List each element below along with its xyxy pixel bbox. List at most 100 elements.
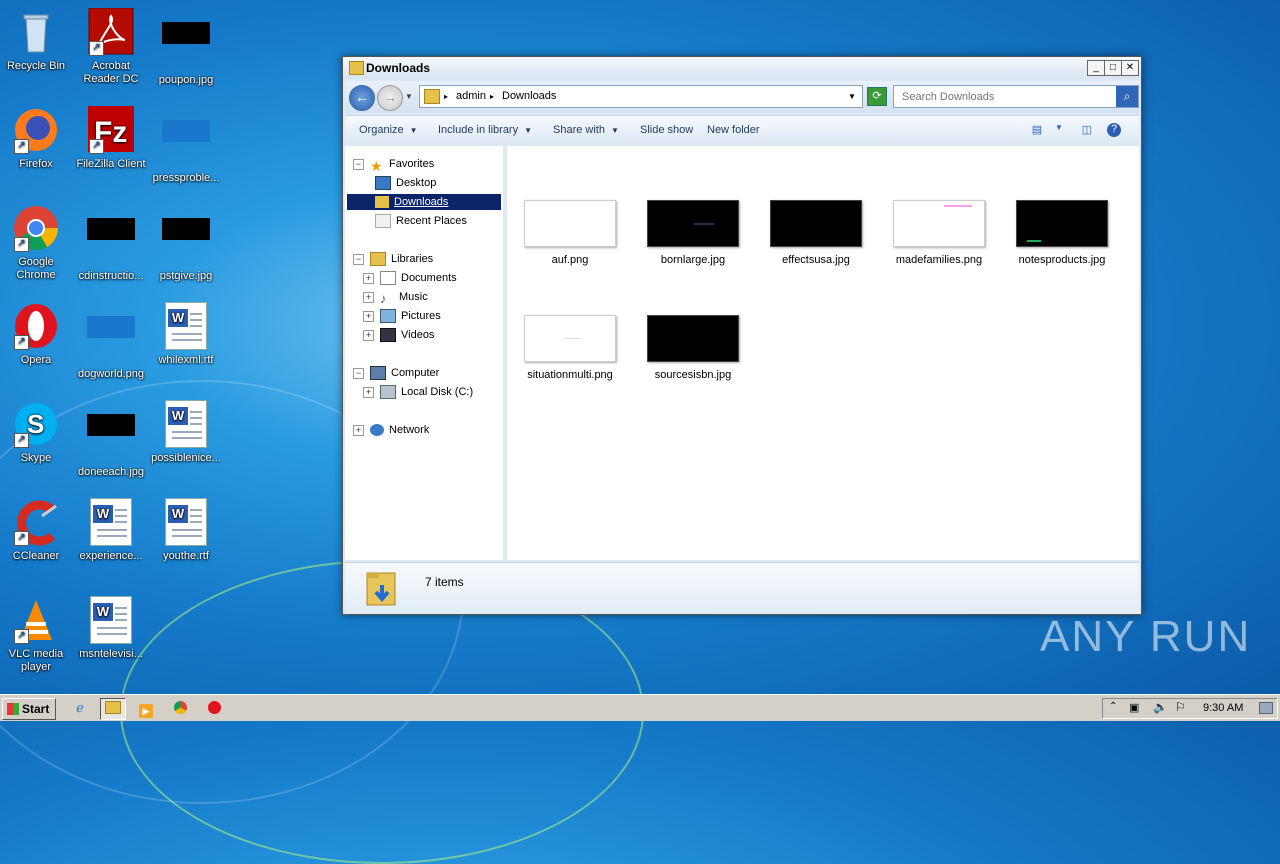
file-item[interactable]: madefamilies.png [884,200,994,266]
file-name: situationmulti.png [527,369,613,381]
crumb-separator-icon[interactable]: ▸ [444,92,448,101]
shortcut-arrow-icon: ↗ [14,531,29,546]
nav-local-disk[interactable]: + Local Disk (C:) [363,384,473,400]
help-icon[interactable]: ? [1107,123,1121,137]
expand-icon[interactable]: + [363,272,374,284]
desktop-icon-label: whilexml.rtf [158,354,214,366]
minimize-button[interactable]: _ [1087,60,1105,76]
collapse-icon[interactable]: − [353,253,364,265]
desktop-file-whilexml[interactable]: W whilexml.rtf [150,302,222,367]
desktop-icon-label: pressproble... [152,172,220,184]
recycle-bin-icon[interactable]: Recycle Bin [0,8,72,73]
desktop-icon-label: msntelevisi... [79,648,143,660]
opera-shortcut[interactable]: ↗ Opera [0,302,72,367]
refresh-button[interactable]: ⟳ [867,87,887,106]
taskbar-chrome[interactable] [168,698,192,718]
desktop-icon-label: pstgive.jpg [159,270,213,282]
include-in-library-menu[interactable]: Include in library ▼ [438,124,532,136]
clock[interactable]: 9:30 AM [1203,702,1243,714]
shortcut-arrow-icon: ↗ [89,139,104,154]
desktop-file-experience[interactable]: W experience... [75,498,147,563]
file-item[interactable]: auf.png [515,200,625,266]
expand-icon[interactable]: + [363,386,374,398]
nav-favorites[interactable]: − ★ Favorites [353,156,434,174]
vlc-shortcut[interactable]: ↗ VLC media player [0,596,72,674]
recent-pages-dropdown[interactable]: ▼ [405,92,413,101]
chrome-shortcut[interactable]: ↗ Google Chrome [0,204,72,282]
collapse-icon[interactable]: − [353,158,364,170]
organize-label: Organize [359,124,404,136]
chevron-down-icon: ▼ [610,126,619,135]
file-item[interactable]: bornlarge.jpg [638,200,748,266]
slide-show-button[interactable]: Slide show [640,124,693,136]
address-history-dropdown-icon[interactable]: ▼ [848,92,856,101]
nav-recent-places[interactable]: Recent Places [375,213,467,229]
expand-icon[interactable]: + [363,291,374,303]
collapse-icon[interactable]: − [353,367,364,379]
file-item[interactable]: notesproducts.jpg [1007,200,1117,266]
nav-documents[interactable]: + Documents [363,270,457,286]
taskbar-opera[interactable] [202,698,226,718]
desktop-file-possiblenice[interactable]: W possiblenice... [150,400,222,465]
nav-libraries[interactable]: − Libraries [353,251,433,267]
desktop-file-cdinstructio[interactable]: cdinstructio... [75,204,147,283]
close-button[interactable]: ✕ [1121,60,1139,76]
desktop-file-poupon[interactable]: poupon.jpg [150,8,222,87]
ccleaner-shortcut[interactable]: ↗ CCleaner [0,498,72,563]
desktop-file-dogworld[interactable]: dogworld.png [75,302,147,381]
volume-icon[interactable]: 🔈 [1153,700,1168,714]
image-thumbnail-icon [87,218,135,266]
forward-button[interactable]: → [377,85,403,111]
maximize-button[interactable]: □ [1104,60,1122,76]
nav-network[interactable]: + Network [353,422,429,438]
word-document-icon: W [162,302,210,350]
firefox-shortcut[interactable]: ↗ Firefox [0,106,72,171]
acrobat-shortcut[interactable]: ↗ Acrobat Reader DC [75,7,147,86]
desktop-icon [375,176,391,191]
change-view-icon[interactable]: ▤ [1029,123,1045,137]
image-thumbnail-icon [162,120,210,168]
show-hidden-icons-icon[interactable]: ⌃ [1109,701,1117,712]
expand-icon[interactable]: + [363,310,374,322]
organize-menu[interactable]: Organize ▼ [359,124,418,136]
nav-desktop[interactable]: Desktop [375,175,436,191]
action-center-flag-icon[interactable]: ⚐ [1175,700,1186,714]
skype-shortcut[interactable]: S ↗ Skype [0,400,72,465]
nav-videos[interactable]: + Videos [363,327,434,343]
desktop-file-msntelevisi[interactable]: W msntelevisi... [75,596,147,661]
expand-icon[interactable]: + [353,424,364,436]
desktop-file-pstgive[interactable]: pstgive.jpg [150,204,222,283]
new-folder-button[interactable]: New folder [707,124,760,136]
search-button[interactable]: ⌕ [1116,86,1138,107]
title-bar[interactable]: Downloads _ □ ✕ [343,57,1141,79]
ccleaner-icon: ↗ [12,498,60,546]
breadcrumb-admin[interactable]: admin [456,90,486,102]
nav-downloads[interactable]: Downloads [347,194,501,210]
expand-icon[interactable]: + [363,329,374,341]
search-input[interactable] [900,87,1116,107]
share-with-menu[interactable]: Share with ▼ [553,124,619,136]
address-bar[interactable]: ▸ admin ▸ Downloads ▼ [419,85,863,108]
start-button[interactable]: Start [2,698,56,720]
nav-pictures[interactable]: + Pictures [363,308,441,324]
desktop-file-youthe[interactable]: W youthe.rtf [150,498,222,563]
show-desktop-icon[interactable] [1259,702,1273,714]
network-tray-icon[interactable]: ▣ [1129,701,1139,714]
desktop-file-pressproble[interactable]: pressproble... [150,106,222,185]
crumb-separator-icon[interactable]: ▸ [490,92,494,101]
taskbar-media-player[interactable]: ▶ [134,698,158,718]
taskbar-internet-explorer[interactable]: ℯ [68,698,92,718]
back-button[interactable]: ← [349,85,375,111]
file-item[interactable]: effectsusa.jpg [761,200,871,266]
nav-computer[interactable]: − Computer [353,365,439,381]
desktop-file-doneeach[interactable]: doneeach.jpg [75,400,147,479]
nav-music[interactable]: + ♪ Music [363,289,428,306]
filezilla-shortcut[interactable]: Fz ↗ FileZilla Client [75,106,147,171]
taskbar-explorer[interactable] [100,698,126,720]
preview-pane-icon[interactable]: ◫ [1079,123,1095,137]
breadcrumb-downloads[interactable]: Downloads [502,90,556,102]
nav-label: Local Disk (C:) [401,386,474,398]
file-item[interactable]: sourcesisbn.jpg [638,315,748,381]
file-item[interactable]: situationmulti.png [515,315,625,381]
view-options-dropdown-icon[interactable]: ▼ [1051,123,1067,137]
